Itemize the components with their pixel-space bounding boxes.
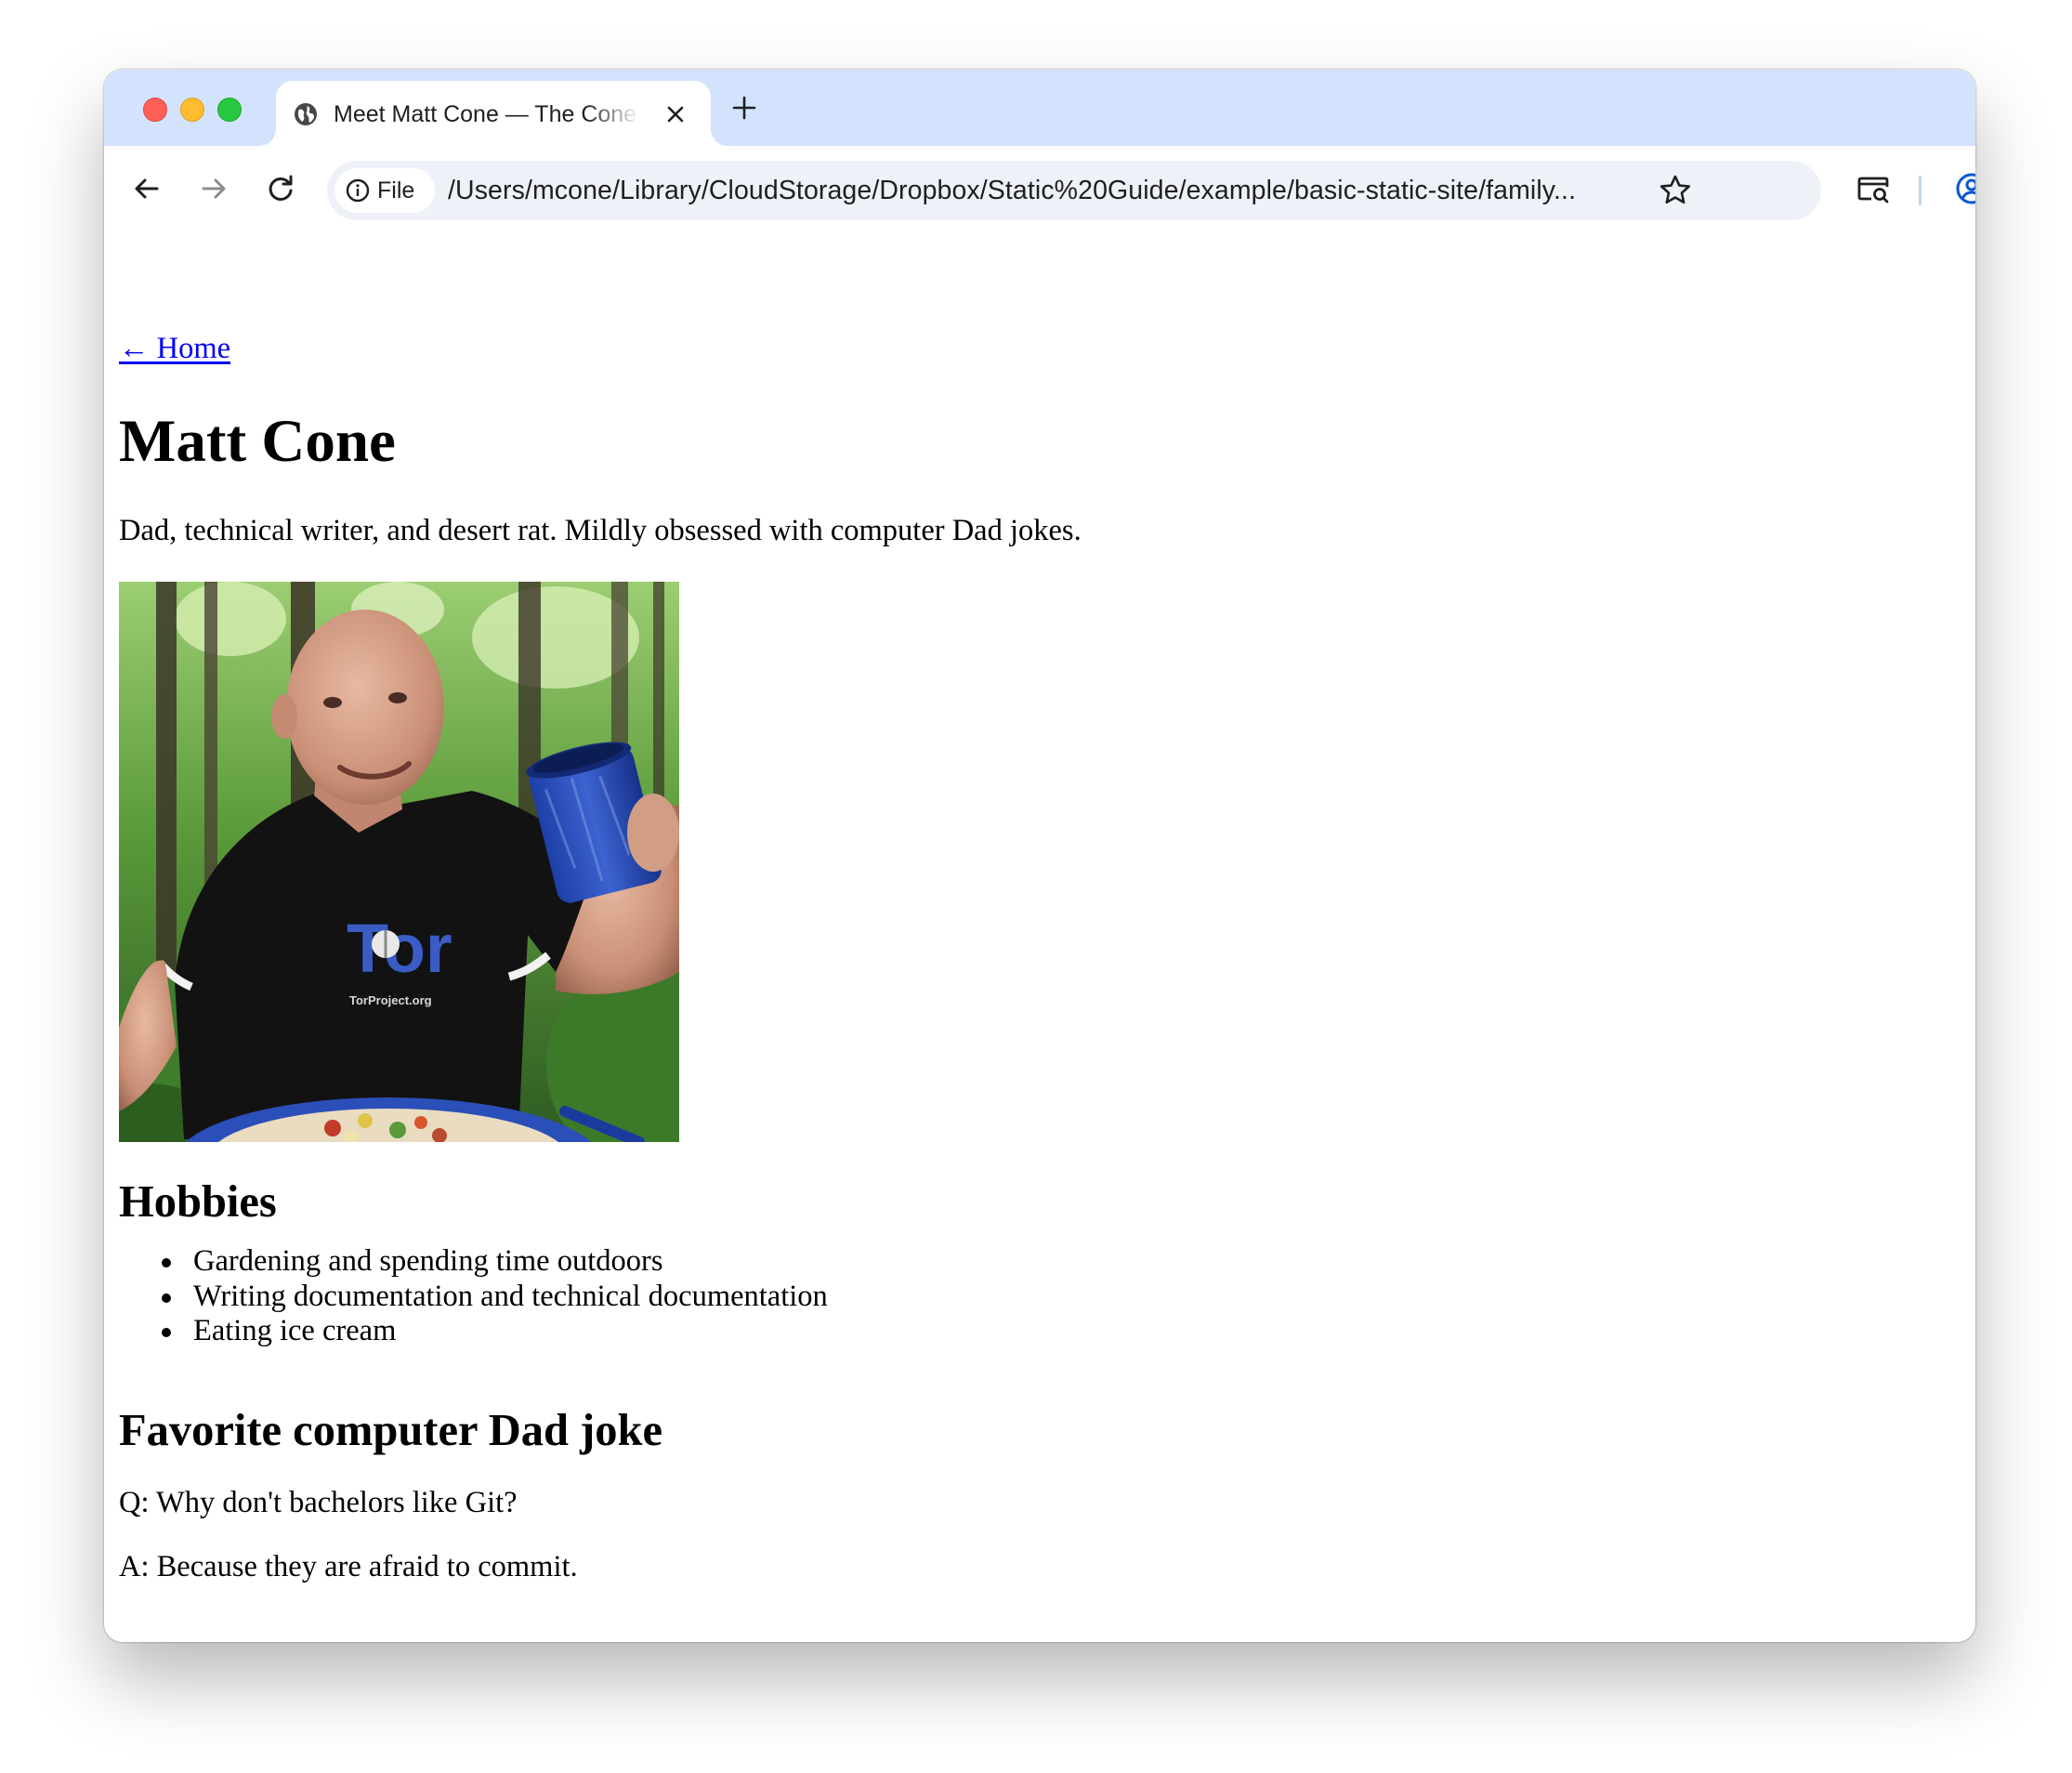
plus-icon[interactable] [728, 92, 760, 124]
close-icon[interactable] [661, 99, 690, 129]
profile-photo: Tor TorProject.org [119, 582, 679, 1142]
home-link[interactable]: ← Home [119, 330, 230, 367]
toolbar: File /Users/mcone/Library/CloudStorage/D… [104, 146, 1975, 234]
toolbar-divider [1919, 176, 1921, 205]
reload-icon[interactable] [262, 170, 299, 207]
hobbies-list: Gardening and spending time outdoors Wri… [162, 1244, 828, 1349]
bio-text: Dad, technical writer, and desert rat. M… [119, 514, 1082, 547]
tab-search-icon[interactable] [1855, 170, 1892, 207]
joke-answer: A: Because they are afraid to commit. [119, 1550, 578, 1583]
site-info-label: File [377, 177, 415, 204]
joke-question: Q: Why don't bachelors like Git? [119, 1486, 518, 1519]
info-icon [346, 178, 370, 203]
arrow-left-icon[interactable] [128, 170, 165, 207]
list-item: Gardening and spending time outdoors [162, 1244, 828, 1280]
joke-heading: Favorite computer Dad joke [119, 1406, 663, 1455]
url-text[interactable]: /Users/mcone/Library/CloudStorage/Dropbo… [448, 174, 1646, 207]
tab-active[interactable]: Meet Matt Cone — The Cone Family [276, 81, 711, 146]
shirt-logo-text: Tor [347, 910, 452, 987]
page-content: ← Home Matt Cone Dad, technical writer, … [104, 233, 1975, 1642]
hobbies-heading: Hobbies [119, 1177, 277, 1227]
zoom-window-button[interactable] [217, 98, 242, 122]
browser-window: Meet Matt Cone — The Cone Family [104, 70, 1975, 1642]
tab-title: Meet Matt Cone — The Cone Family [334, 101, 640, 127]
shirt-caption-text: TorProject.org [349, 993, 432, 1007]
site-info-chip[interactable]: File [334, 168, 435, 213]
page-title: Matt Cone [119, 408, 396, 475]
address-bar[interactable]: File /Users/mcone/Library/CloudStorage/D… [327, 161, 1821, 220]
list-item: Writing documentation and technical docu… [162, 1279, 828, 1313]
close-window-button[interactable] [143, 98, 167, 122]
star-icon[interactable] [1657, 172, 1694, 209]
tab-strip: Meet Matt Cone — The Cone Family [104, 70, 1975, 146]
list-item: Eating ice cream [162, 1314, 828, 1349]
arrow-right-icon[interactable] [195, 170, 232, 207]
globe-icon [295, 103, 317, 125]
profile-icon[interactable] [1953, 170, 1975, 207]
minimize-window-button[interactable] [180, 98, 204, 122]
